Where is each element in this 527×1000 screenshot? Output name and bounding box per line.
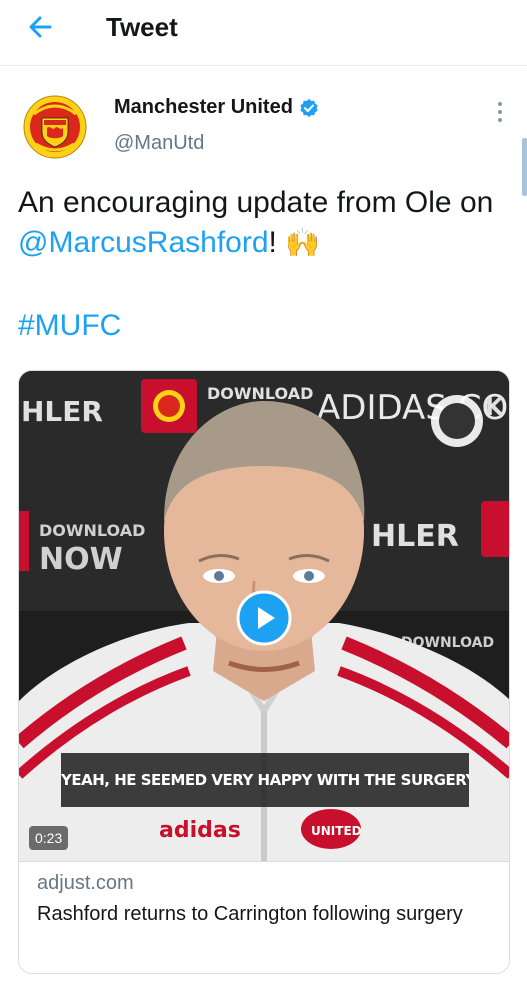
mention-link[interactable]: @MarcusRashford xyxy=(18,226,269,259)
club-crest-icon xyxy=(22,94,88,160)
link-card[interactable]: HLER DOWNLOAD ADIDAS.COM K DOWNLOAD NOW … xyxy=(18,370,510,974)
backdrop-text-brand: adidas xyxy=(159,818,241,843)
raising-hands-emoji: 🙌 xyxy=(285,227,321,258)
tweet-text-body: An encouraging update from Ole on xyxy=(18,186,494,219)
more-options-icon xyxy=(490,102,510,122)
link-domain: adjust.com xyxy=(37,872,134,894)
hashtag-link[interactable]: #MUFC xyxy=(18,306,121,346)
name-row: Manchester United xyxy=(114,96,319,119)
display-name[interactable]: Manchester United xyxy=(114,96,293,119)
backdrop-text-united: UNITED xyxy=(311,824,362,838)
backdrop-text-hler: HLER xyxy=(21,395,103,428)
backdrop-text-download-2: DOWNLOAD xyxy=(39,521,145,540)
back-arrow-icon xyxy=(29,16,52,38)
tweet-text: An encouraging update from Ole on @Marcu… xyxy=(18,183,508,263)
tweet-text-punctuation: ! xyxy=(268,226,286,259)
video-caption-text: YEAH, HE SEEMED VERY HAPPY WITH THE SURG… xyxy=(61,771,469,789)
more-options-button[interactable] xyxy=(490,98,510,126)
link-title: Rashford returns to Carrington following… xyxy=(37,903,463,925)
backdrop-text-now: NOW xyxy=(39,542,123,577)
video-caption: YEAH, HE SEEMED VERY HAPPY WITH THE SURG… xyxy=(61,753,469,807)
video-duration: 0:23 xyxy=(29,826,69,850)
play-button[interactable] xyxy=(236,590,292,646)
tweet-author: Manchester United @ManUtd xyxy=(20,92,510,162)
top-bar: Tweet xyxy=(0,0,527,66)
video-player[interactable]: HLER DOWNLOAD ADIDAS.COM K DOWNLOAD NOW … xyxy=(19,371,509,861)
link-card-info[interactable]: adjust.com Rashford returns to Carringto… xyxy=(19,861,509,973)
avatar[interactable] xyxy=(20,92,90,162)
page-title: Tweet xyxy=(106,12,178,42)
backdrop-text-hler-2: HLER xyxy=(371,519,459,554)
backdrop-text-k: K xyxy=(485,393,505,421)
play-icon xyxy=(236,590,292,646)
backdrop-text-download: DOWNLOAD xyxy=(207,384,313,403)
back-button[interactable] xyxy=(24,12,60,42)
verified-badge-icon xyxy=(300,98,318,117)
scrollbar[interactable] xyxy=(522,138,527,196)
author-handle[interactable]: @ManUtd xyxy=(114,132,204,155)
